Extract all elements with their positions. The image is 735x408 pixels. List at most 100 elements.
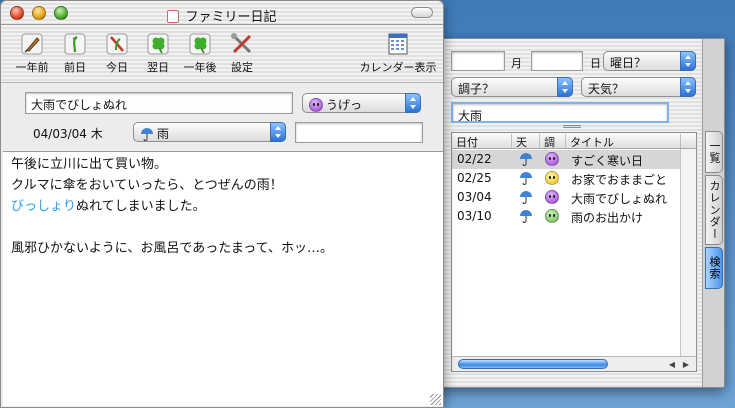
- search-field[interactable]: 大雨: [451, 102, 669, 123]
- list-window: 月 日 曜日？ 調子？ 天気？ 大雨 日付 天 調 タイトル 02/22 すごく寒…: [430, 38, 725, 388]
- tab-list[interactable]: 一覧: [705, 131, 723, 173]
- clover-icon: [189, 33, 211, 55]
- toolbar-toggle-button[interactable]: [411, 7, 433, 18]
- chevron-updown-icon: [270, 122, 286, 142]
- col-weather[interactable]: 天: [512, 134, 540, 149]
- tab-search[interactable]: 検索: [705, 247, 723, 289]
- mood-face-icon: [545, 152, 562, 166]
- diary-line: クルマに傘をおいていったら、とつぜんの雨！: [11, 175, 435, 196]
- settings-label: 設定: [231, 61, 253, 74]
- next-day-button[interactable]: 翌日: [137, 31, 179, 75]
- chevron-updown-icon: [680, 77, 696, 97]
- resize-handle[interactable]: [430, 394, 441, 405]
- sprout-icon: [64, 33, 86, 55]
- today-label: 今日: [106, 61, 128, 74]
- weekday-popup[interactable]: 曜日？: [603, 51, 696, 71]
- resize-grip[interactable]: [563, 125, 581, 129]
- side-tabs: 一覧 カレンダー 検索: [702, 39, 724, 387]
- umbrella-icon: [141, 128, 153, 141]
- chevron-updown-icon: [680, 51, 696, 71]
- scroll-left-icon[interactable]: ◀: [666, 359, 678, 370]
- mood-face-icon: [309, 98, 323, 112]
- settings-button[interactable]: 設定: [221, 31, 263, 75]
- table-header: 日付 天 調 タイトル: [452, 133, 696, 149]
- umbrella-icon: [519, 209, 536, 223]
- month-label: 月: [511, 57, 522, 70]
- table-row[interactable]: 03/10 雨のお出かけ: [452, 207, 680, 226]
- vertical-scrollbar[interactable]: [680, 149, 696, 359]
- table-row[interactable]: 02/25 お家でおままごと: [452, 169, 680, 188]
- quill-icon: [21, 33, 43, 55]
- diary-line: 午後に立川に出て買い物。: [11, 154, 435, 175]
- mood-face-icon: [545, 209, 562, 223]
- diary-line: 風邪ひかないように、お風呂であったまって、ホッ…。: [11, 238, 435, 259]
- prev-day-button[interactable]: 前日: [54, 31, 96, 75]
- clover-icon: [147, 33, 169, 55]
- window-title: ファミリー日記: [1, 6, 443, 25]
- window-title-text: ファミリー日記: [185, 10, 277, 25]
- mood-popup[interactable]: うげっ: [302, 93, 421, 113]
- col-title[interactable]: タイトル: [566, 134, 681, 149]
- weather-filter-popup[interactable]: 天気？: [581, 77, 696, 97]
- umbrella-icon: [519, 171, 536, 185]
- row-date: 03/10: [457, 209, 492, 223]
- highlighted-text: びっしょり: [11, 199, 77, 214]
- diary-line: [11, 217, 435, 238]
- diary-text: 風邪ひかないように、お風呂であったまって、ホッ…。: [11, 241, 334, 256]
- entry-title-field[interactable]: 大雨でびしょぬれ: [25, 92, 293, 114]
- tab-calendar[interactable]: カレンダー: [705, 175, 723, 245]
- next-year-button[interactable]: 一年後: [179, 31, 221, 75]
- scroll-right-icon[interactable]: ▶: [680, 359, 692, 370]
- weather-popup[interactable]: 雨: [133, 122, 286, 142]
- prev-year-button[interactable]: 一年前: [11, 31, 53, 75]
- weather-filter-value: 天気？: [588, 82, 625, 96]
- tools-icon: [231, 33, 252, 54]
- table-row[interactable]: 02/22 すごく寒い日: [452, 150, 680, 169]
- extra-field[interactable]: [295, 122, 423, 143]
- calendar-view-label: カレンダー表示: [359, 61, 437, 74]
- row-title: 大雨でびしょぬれ: [571, 192, 668, 206]
- row-date: 02/25: [457, 171, 492, 185]
- diary-text: クルマに傘をおいていったら、とつぜんの雨！: [11, 178, 283, 193]
- weekday-value: 曜日？: [610, 56, 647, 70]
- row-title: 雨のお出かけ: [571, 211, 644, 225]
- chevron-updown-icon: [405, 93, 421, 113]
- diary-window: ファミリー日記 一年前 前日 今日 翌日 一年後 設定 カレンダー表示 大雨でび…: [0, 0, 444, 408]
- mood-value: うげっ: [326, 98, 363, 112]
- table-row[interactable]: 03/04 大雨でびしょぬれ: [452, 188, 680, 207]
- title-bar[interactable]: ファミリー日記: [1, 1, 443, 25]
- condition-popup[interactable]: 調子？: [451, 77, 573, 97]
- condition-value: 調子？: [458, 82, 495, 96]
- next-day-label: 翌日: [147, 61, 169, 74]
- next-year-label: 一年後: [183, 61, 217, 74]
- day-label: 日: [590, 57, 601, 70]
- diary-text: 午後に立川に出て買い物。: [11, 157, 168, 172]
- entry-date: 04/03/04 木: [33, 127, 103, 141]
- calendar-view-button[interactable]: カレンダー表示: [357, 31, 439, 75]
- col-mood[interactable]: 調: [540, 134, 566, 149]
- row-date: 02/22: [457, 152, 492, 166]
- diary-list-table: 日付 天 調 タイトル 02/22 すごく寒い日 02/25 お家でおままごと 03/0…: [451, 132, 697, 372]
- toolbar: 一年前 前日 今日 翌日 一年後 設定 カレンダー表示: [1, 25, 443, 83]
- weather-value: 雨: [157, 127, 170, 141]
- diary-line: びっしょりぬれてしまいました。: [11, 196, 435, 217]
- year-field[interactable]: [451, 51, 505, 71]
- row-title: すごく寒い日: [571, 154, 644, 168]
- row-date: 03/04: [457, 190, 492, 204]
- row-title: お家でおままごと: [571, 173, 668, 187]
- umbrella-icon: [519, 152, 536, 166]
- diary-text: ぬれてしまいました。: [76, 199, 206, 214]
- document-icon: [167, 10, 180, 23]
- chevron-updown-icon: [557, 77, 573, 97]
- today-button[interactable]: 今日: [96, 31, 138, 75]
- col-date[interactable]: 日付: [452, 134, 512, 149]
- month-field[interactable]: [531, 51, 583, 71]
- umbrella-icon: [519, 190, 536, 204]
- prev-day-label: 前日: [64, 61, 86, 74]
- diary-text-area[interactable]: 午後に立川に出て買い物。クルマに傘をおいていったら、とつぜんの雨！ びっしょりぬれ…: [3, 151, 443, 406]
- calendar-icon: [388, 33, 408, 55]
- scroll-thumb[interactable]: [458, 359, 608, 369]
- horizontal-scrollbar[interactable]: ◀ ▶: [452, 356, 696, 371]
- mood-face-icon: [545, 190, 562, 204]
- today-icon: [106, 33, 128, 55]
